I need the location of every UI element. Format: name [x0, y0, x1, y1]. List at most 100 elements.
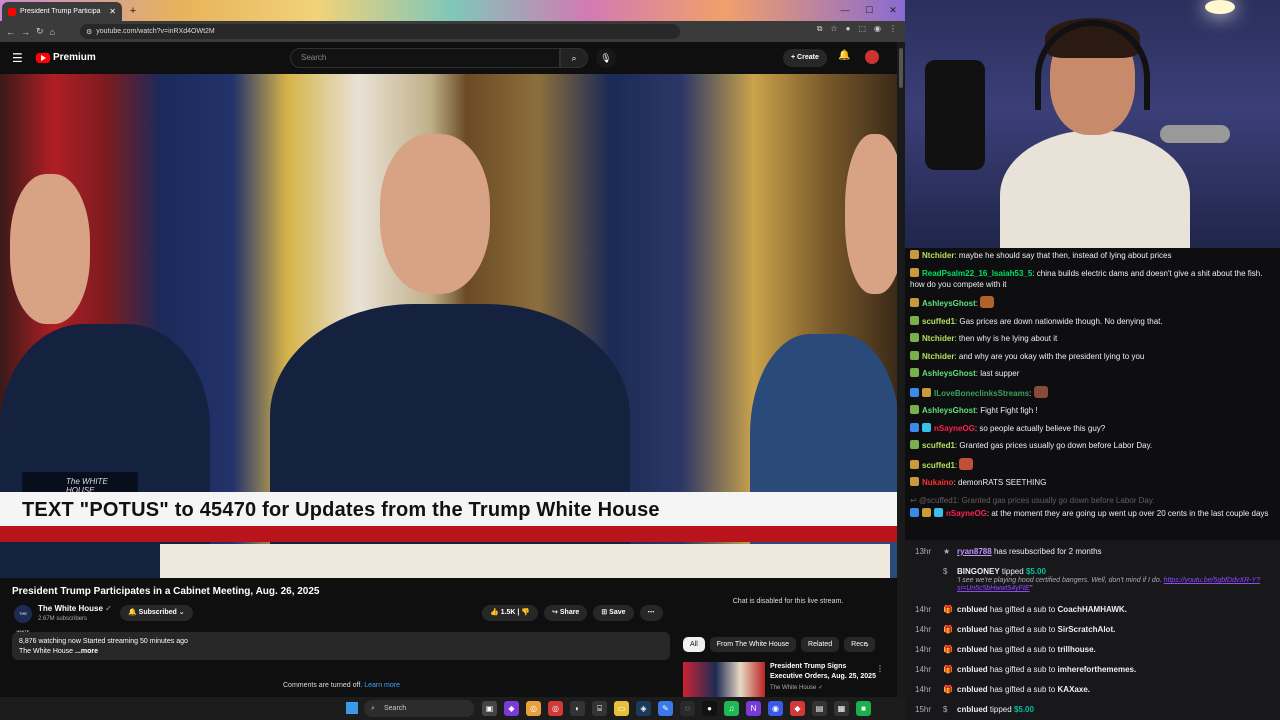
- profile-icon[interactable]: ◉: [874, 24, 881, 34]
- file-explorer-icon[interactable]: ▭: [614, 701, 629, 716]
- save-button[interactable]: ⊞ Save: [593, 605, 634, 621]
- bookmark-star-icon[interactable]: ☆: [830, 24, 837, 34]
- page-scrollbar[interactable]: [897, 42, 905, 697]
- streamer-body: [1000, 130, 1190, 248]
- create-button[interactable]: + Create: [783, 49, 827, 67]
- more-actions-button[interactable]: ⋯: [639, 605, 663, 621]
- chrome-icon[interactable]: ◎: [526, 701, 541, 716]
- video-face-center: [380, 134, 490, 294]
- install-icon[interactable]: ⧉: [817, 24, 823, 34]
- app-icon[interactable]: ◐: [570, 701, 585, 716]
- home-icon[interactable]: ⌂: [50, 27, 55, 37]
- video-player[interactable]: The WHITE HOUSE TEXT "POTUS" to 45470 fo…: [0, 74, 897, 578]
- reload-icon[interactable]: ↻: [36, 26, 44, 37]
- search-button[interactable]: ⌕: [560, 48, 588, 68]
- chip-from-channel[interactable]: From The White House: [709, 637, 797, 652]
- app-icon[interactable]: ▦: [834, 701, 849, 716]
- channel-avatar[interactable]: THE WHITE HOUSE: [14, 605, 32, 652]
- badge-icon: [910, 368, 919, 377]
- notifications-bell-icon[interactable]: 🔔: [838, 50, 850, 61]
- comments-off-notice: Comments are turned off. Learn more: [283, 682, 400, 689]
- copilot-icon[interactable]: ◆: [504, 701, 519, 716]
- like-button[interactable]: 👍 1.5K | 👎: [482, 605, 539, 621]
- badge-icon: [910, 267, 919, 277]
- steam-icon[interactable]: ◈: [636, 701, 651, 716]
- spotify-icon[interactable]: ♫: [724, 701, 739, 716]
- save-icon: ⊞: [601, 609, 608, 616]
- lower-third-bar: [0, 526, 897, 542]
- close-window-icon[interactable]: ✕: [881, 0, 905, 21]
- obs-icon[interactable]: ●: [702, 701, 717, 716]
- thumbs-down-icon: 👎: [521, 609, 531, 616]
- extensions-puzzle-icon[interactable]: ⬚: [858, 24, 866, 34]
- browser-menu-icon[interactable]: ⋮: [889, 24, 897, 34]
- minimize-icon[interactable]: —: [833, 0, 857, 21]
- channel-name[interactable]: The White House ✓: [38, 604, 112, 613]
- badge-icon: [922, 387, 931, 397]
- badge-icon: [910, 387, 919, 397]
- badge-icon: [922, 422, 931, 432]
- app-icon[interactable]: ⌸: [592, 701, 607, 716]
- app-icon[interactable]: ■: [856, 701, 871, 716]
- description-line: The White House ...more: [19, 648, 98, 655]
- related-video-thumbnail[interactable]: [683, 662, 765, 697]
- subscribed-button[interactable]: 🔔 Subscribed ⌄: [120, 605, 193, 621]
- forward-icon[interactable]: →: [21, 27, 30, 37]
- account-avatar[interactable]: [865, 50, 879, 64]
- description-box[interactable]: 8,876 watching now Started streaming 50 …: [12, 632, 670, 660]
- chat-disabled-notice: Chat is disabled for this live stream.: [732, 598, 844, 605]
- description-more[interactable]: ...more: [75, 648, 98, 655]
- more-icon: ⋯: [647, 609, 655, 616]
- lower-third-text: TEXT "POTUS" to 45470 for Updates from t…: [0, 492, 897, 526]
- taskbar-search[interactable]: Search: [364, 700, 474, 717]
- chat-message: scuffed1:: [910, 457, 1274, 471]
- tab-strip: President Trump Participa ✕ + — ☐ ✕: [0, 0, 905, 21]
- maximize-icon[interactable]: ☐: [857, 0, 881, 21]
- extension-icon[interactable]: ●: [846, 24, 851, 34]
- app-icon[interactable]: ◆: [790, 701, 805, 716]
- chip-all[interactable]: All: [683, 637, 705, 652]
- badge-icon: [910, 507, 919, 517]
- app-icon[interactable]: ▤: [812, 701, 827, 716]
- gaming-chair: [925, 60, 985, 170]
- youtube-logo[interactable]: Premium: [36, 52, 96, 63]
- learn-more-link[interactable]: Learn more: [364, 682, 400, 689]
- new-tab-button[interactable]: +: [126, 4, 140, 18]
- chrome-profile-icon[interactable]: ◎: [548, 701, 563, 716]
- tab-youtube[interactable]: President Trump Participa ✕: [2, 2, 122, 21]
- chat-message: scuffed1: Gas prices are down nationwide…: [910, 315, 1274, 327]
- menu-icon[interactable]: ☰: [12, 51, 23, 65]
- microphone: [1160, 125, 1230, 143]
- address-bar[interactable]: ⚙ youtube.com/watch?v=inRXd4OWt2M: [80, 24, 680, 39]
- app-icon[interactable]: ✎: [658, 701, 673, 716]
- share-button[interactable]: ↪ Share: [544, 605, 588, 621]
- chat-message: AshleysGhost: Fight Fight figh !: [910, 405, 1274, 416]
- chevron-right-icon[interactable]: ›: [866, 640, 869, 649]
- related-more-icon[interactable]: ⋮: [876, 664, 884, 673]
- search-input[interactable]: Search: [290, 48, 560, 68]
- app-icon[interactable]: ◉: [768, 701, 783, 716]
- video-title: President Trump Participates in a Cabine…: [12, 586, 320, 597]
- window-controls: — ☐ ✕: [833, 0, 905, 21]
- back-icon[interactable]: ←: [6, 27, 15, 37]
- app-icon[interactable]: N: [746, 701, 761, 716]
- video-actions: 👍 1.5K | 👎 ↪ Share ⊞ Save ⋯: [482, 605, 663, 621]
- chat-message: ReadPsalm22_16_Isaiah53_5: china builds …: [910, 267, 1263, 289]
- close-tab-icon[interactable]: ✕: [109, 7, 116, 16]
- voice-search-icon[interactable]: 🎙: [596, 48, 616, 68]
- app-icon[interactable]: ◌: [680, 701, 695, 716]
- site-info-icon[interactable]: ⚙: [86, 28, 92, 36]
- tab-title: President Trump Participa: [20, 8, 101, 15]
- url-text: youtube.com/watch?v=inRXd4OWt2M: [96, 28, 215, 35]
- stream-events-feed: 13hr ★ ryan8788 has resubscribed for 2 mo…: [905, 540, 1280, 720]
- windows-taskbar: Search ▣ ◆ ◎ ◎ ◐ ⌸ ▭ ◈ ✎ ◌ ● ♫ N ◉ ◆ ▤ ▦…: [0, 697, 905, 720]
- related-video-title[interactable]: President Trump Signs Executive Orders, …: [770, 662, 880, 682]
- video-table: [160, 544, 890, 578]
- task-view-icon[interactable]: ▣: [482, 701, 497, 716]
- chip-related[interactable]: Related: [801, 637, 840, 652]
- chip-recent[interactable]: Rece: [844, 637, 875, 652]
- windows-start-icon[interactable]: [346, 702, 358, 714]
- extensions-area: ⧉ ☆ ● ⬚ ◉ ⋮: [817, 24, 897, 34]
- gift-icon: 🎁: [943, 685, 953, 694]
- youtube-header: ☰ Premium Search ⌕ 🎙 + Create 🔔: [0, 42, 905, 74]
